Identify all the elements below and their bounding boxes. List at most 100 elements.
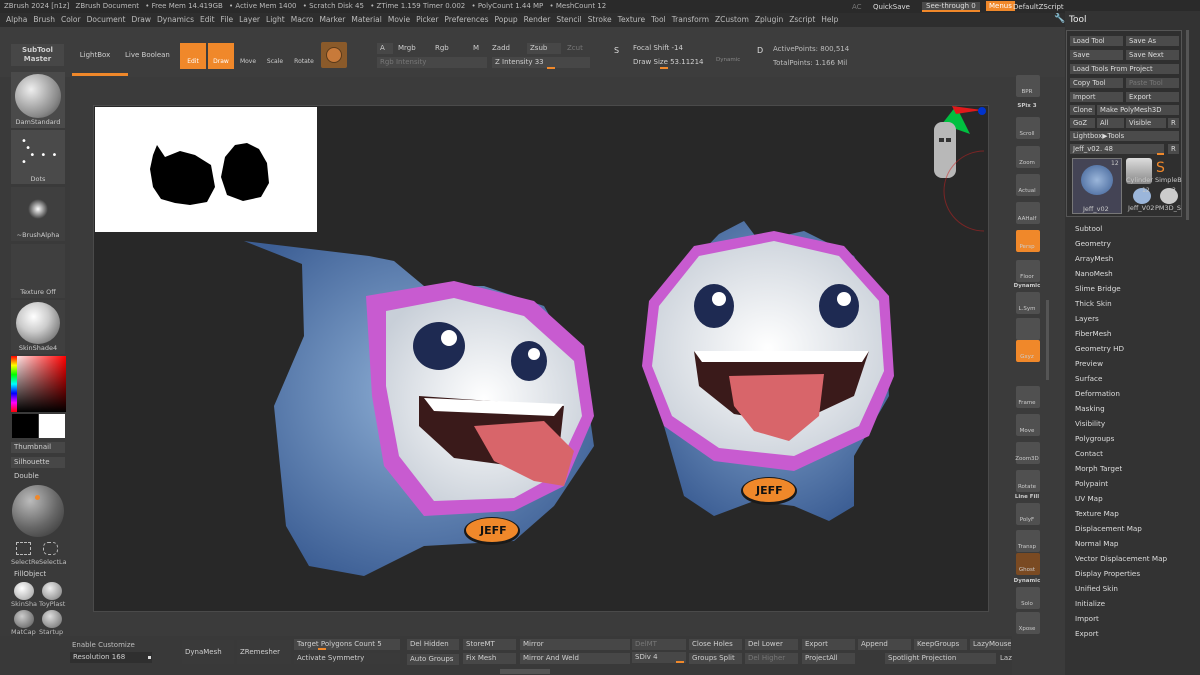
lock-button[interactable] [1016,318,1040,340]
tool-section-morph-target[interactable]: Morph Target [1075,464,1122,473]
shark-left[interactable]: JEFF [244,241,594,576]
menu-color[interactable]: Color [61,13,81,27]
select-lasso-icon[interactable] [43,542,58,555]
tool-section-texture-map[interactable]: Texture Map [1075,509,1119,518]
dynamic-label[interactable]: Dynamic [716,57,740,63]
tool-section-subtool[interactable]: Subtool [1075,224,1102,233]
tool-section-polygroups[interactable]: Polygroups [1075,434,1114,443]
menus-toggle[interactable]: Menus [986,1,1015,11]
menu-zscript[interactable]: Zscript [789,13,815,27]
rgb-intensity-slider[interactable]: Rgb Intensity [377,57,487,68]
tool-section-polypaint[interactable]: Polypaint [1075,479,1108,488]
tool-section-uv-map[interactable]: UV Map [1075,494,1103,503]
menu-stroke[interactable]: Stroke [588,13,612,27]
brush-thumbnail[interactable]: DamStandard [11,72,65,128]
tool-section-fibermesh[interactable]: FiberMesh [1075,329,1111,338]
goz-button[interactable]: GoZ [1070,118,1095,128]
load-tools-from-project-button[interactable]: Load Tools From Project [1070,64,1179,74]
mrgb-button[interactable]: Mrgb [395,43,429,54]
storemt-button[interactable]: StoreMT [463,639,516,650]
shark-right[interactable]: JEFF [642,221,894,521]
rgb-button[interactable]: Rgb [432,43,466,54]
menu-marker[interactable]: Marker [319,13,345,27]
fix-mesh-button[interactable]: Fix Mesh [463,653,516,664]
draw-size-slider[interactable]: Draw Size 53.11214 [630,57,710,68]
lightbox-button[interactable]: LightBox [70,44,120,66]
sphere-tool-icon[interactable] [12,485,64,537]
tool-section-thick-skin[interactable]: Thick Skin [1075,299,1112,308]
live-boolean-button[interactable]: Live Boolean [122,44,172,66]
tool-section-arraymesh[interactable]: ArrayMesh [1075,254,1113,263]
load-tool-button[interactable]: Load Tool [1070,36,1123,46]
startup-material-icon[interactable] [42,610,62,628]
menu-file[interactable]: File [221,13,234,27]
tool-section-nanomesh[interactable]: NanoMesh [1075,269,1113,278]
del-hidden-button[interactable]: Del Hidden [407,639,459,650]
menu-material[interactable]: Material [351,13,381,27]
tool-section-contact[interactable]: Contact [1075,449,1103,458]
paste-tool-button[interactable]: Paste Tool [1126,78,1179,88]
del-lower-button[interactable]: Del Lower [745,639,798,650]
tool-section-visibility[interactable]: Visibility [1075,419,1105,428]
dynamesh-button[interactable]: DynaMesh [182,640,234,664]
spotlight-projection-button[interactable]: Spotlight Projection [885,653,996,664]
zsub-button[interactable]: Zsub [527,43,561,54]
zcut-button[interactable]: Zcut [564,43,590,54]
tool-section-surface[interactable]: Surface [1075,374,1102,383]
make-polymesh-button[interactable]: Make PolyMesh3D [1097,105,1179,115]
menu-render[interactable]: Render [524,13,551,27]
export-button[interactable]: Export [1126,92,1179,102]
bottom-scroll-handle[interactable] [500,669,550,674]
clone-button[interactable]: Clone [1070,105,1095,115]
tool-section-initialize[interactable]: Initialize [1075,599,1105,608]
delmt-button[interactable]: DelMT [632,639,686,650]
menu-texture[interactable]: Texture [618,13,645,27]
menu-preferences[interactable]: Preferences [444,13,488,27]
activate-symmetry-button[interactable]: Activate Symmetry [294,653,400,664]
hue-strip[interactable] [11,356,17,412]
close-holes-button[interactable]: Close Holes [689,639,742,650]
right-shelf-spix-3-label[interactable]: SPix 3 [1012,103,1042,109]
stroke-thumbnail[interactable]: • • • • • • Dots [11,130,65,184]
tool-section-geometry[interactable]: Geometry [1075,239,1111,248]
menu-edit[interactable]: Edit [200,13,215,27]
menu-zcustom[interactable]: ZCustom [715,13,749,27]
rotate-button[interactable]: Rotate [290,43,318,69]
a-button[interactable]: A [377,43,393,54]
material-thumbnail[interactable]: SkinShade4 [11,300,65,354]
menu-picker[interactable]: Picker [416,13,438,27]
menu-light[interactable]: Light [266,13,285,27]
append-button[interactable]: Append [858,639,911,650]
edit-button[interactable]: Edit [180,43,206,69]
mirror-and-weld-button[interactable]: Mirror And Weld [520,653,630,664]
groups-split-button[interactable]: Groups Split [689,653,742,664]
all-button[interactable]: All [1097,118,1124,128]
color-picker[interactable] [11,356,66,412]
menu-movie[interactable]: Movie [388,13,410,27]
tool-section-vector-displacement-map[interactable]: Vector Displacement Map [1075,554,1167,563]
draw-button[interactable]: Draw [208,43,234,69]
mirror-button[interactable]: Mirror [520,639,630,650]
enable-customize-button[interactable]: Enable Customize [72,641,135,649]
tool-section-display-properties[interactable]: Display Properties [1075,569,1140,578]
project-all-button[interactable]: ProjectAll [802,653,855,664]
tool-section-masking[interactable]: Masking [1075,404,1105,413]
double-toggle[interactable]: Double [11,471,65,482]
texture-thumbnail[interactable]: Texture Off [11,244,65,298]
save-as-button[interactable]: Save As [1126,36,1179,46]
toy-plastic-icon[interactable] [42,582,62,600]
target-polygons-slider[interactable]: Target Polygons Count 5 [294,639,400,650]
menu-document[interactable]: Document [87,13,126,27]
del-higher-button[interactable]: Del Higher [745,653,798,664]
simpleb-thumb-icon[interactable]: S [1156,160,1165,176]
lazy-mouse-button[interactable]: LazyMouse [970,639,1011,650]
tool-section-displacement-map[interactable]: Displacement Map [1075,524,1142,533]
tool-panel-title[interactable]: Tool [1069,15,1086,25]
tool-panel-scrollbar[interactable] [1186,30,1189,220]
lightbox-tools-button[interactable]: Lightbox▶Tools [1070,131,1179,141]
zadd-button[interactable]: Zadd [489,43,523,54]
shark-models[interactable]: JEFF JEFF [94,106,990,613]
tool-section-geometry-hd[interactable]: Geometry HD [1075,344,1124,353]
default-zscript[interactable]: DefaultZScript [1013,3,1064,11]
canvas-viewport[interactable]: JEFF JEFF [93,105,989,612]
